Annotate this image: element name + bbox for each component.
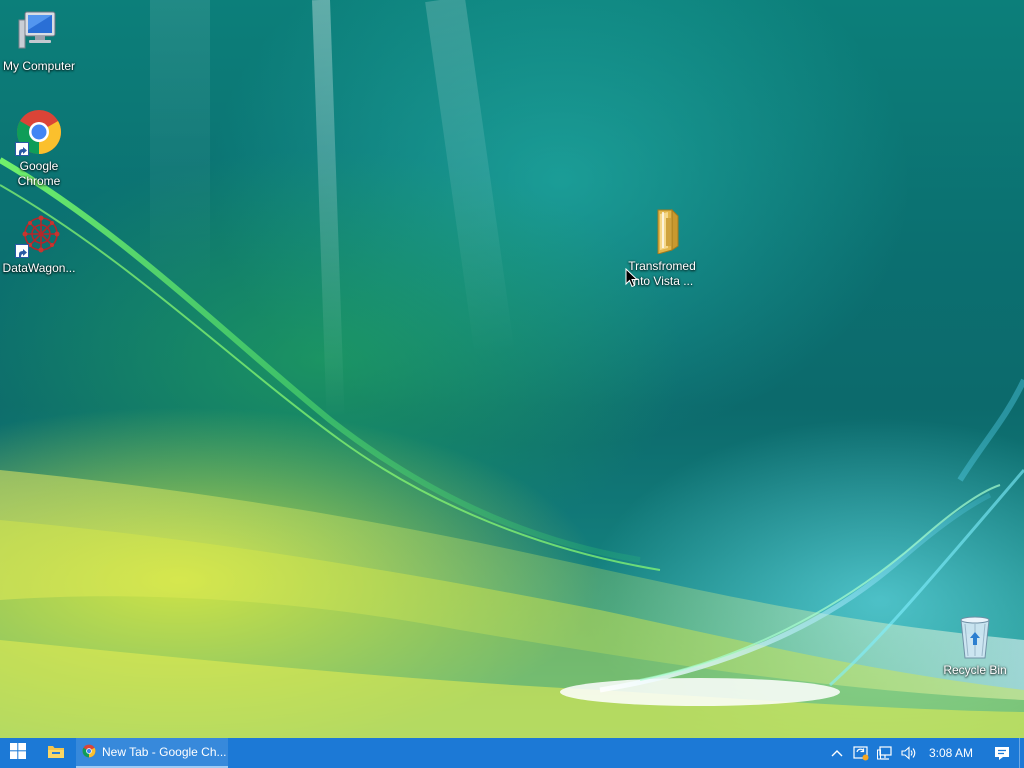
- windows-logo-icon: [10, 743, 26, 763]
- folder-icon: [638, 206, 686, 255]
- chrome-icon: [82, 744, 96, 761]
- volume-icon[interactable]: [897, 738, 921, 768]
- datawagon-label: DataWagon...: [2, 261, 76, 275]
- file-explorer-icon: [47, 743, 65, 763]
- google-chrome-label: Google Chrome: [17, 159, 61, 188]
- chrome-icon: [15, 108, 63, 156]
- desktop-icon-google-chrome[interactable]: Google Chrome: [0, 108, 79, 189]
- taskbar: New Tab - Google Ch... 3:08 AM: [0, 738, 1024, 768]
- update-icon[interactable]: [849, 738, 873, 768]
- desktop-icon-datawagon[interactable]: DataWagon...: [0, 210, 79, 276]
- desktop-icon-recycle-bin[interactable]: Recycle Bin: [935, 612, 1015, 678]
- taskbar-item-label: New Tab - Google Ch...: [102, 745, 227, 759]
- file-explorer-button[interactable]: [36, 738, 76, 768]
- datawagon-icon: [15, 210, 63, 258]
- desktop-wallpaper: [0, 0, 1024, 738]
- mouse-cursor-icon: [625, 267, 639, 288]
- start-button[interactable]: [0, 738, 36, 768]
- network-icon[interactable]: [873, 738, 897, 768]
- system-tray: 3:08 AM: [825, 738, 1024, 768]
- show-desktop-button[interactable]: [1019, 738, 1024, 768]
- shortcut-arrow-icon: [15, 142, 29, 156]
- shortcut-arrow-icon: [15, 244, 29, 258]
- recycle-bin-label: Recycle Bin: [943, 663, 1007, 677]
- taskbar-clock[interactable]: 3:08 AM: [921, 746, 985, 760]
- my-computer-label: My Computer: [2, 59, 76, 73]
- computer-icon: [15, 8, 63, 56]
- taskbar-item-chrome[interactable]: New Tab - Google Ch...: [76, 738, 228, 768]
- action-center-icon[interactable]: [985, 738, 1019, 768]
- chevron-up-icon[interactable]: [825, 738, 849, 768]
- desktop-icon-my-computer[interactable]: My Computer: [0, 8, 79, 74]
- recycle-bin-icon: [951, 612, 999, 660]
